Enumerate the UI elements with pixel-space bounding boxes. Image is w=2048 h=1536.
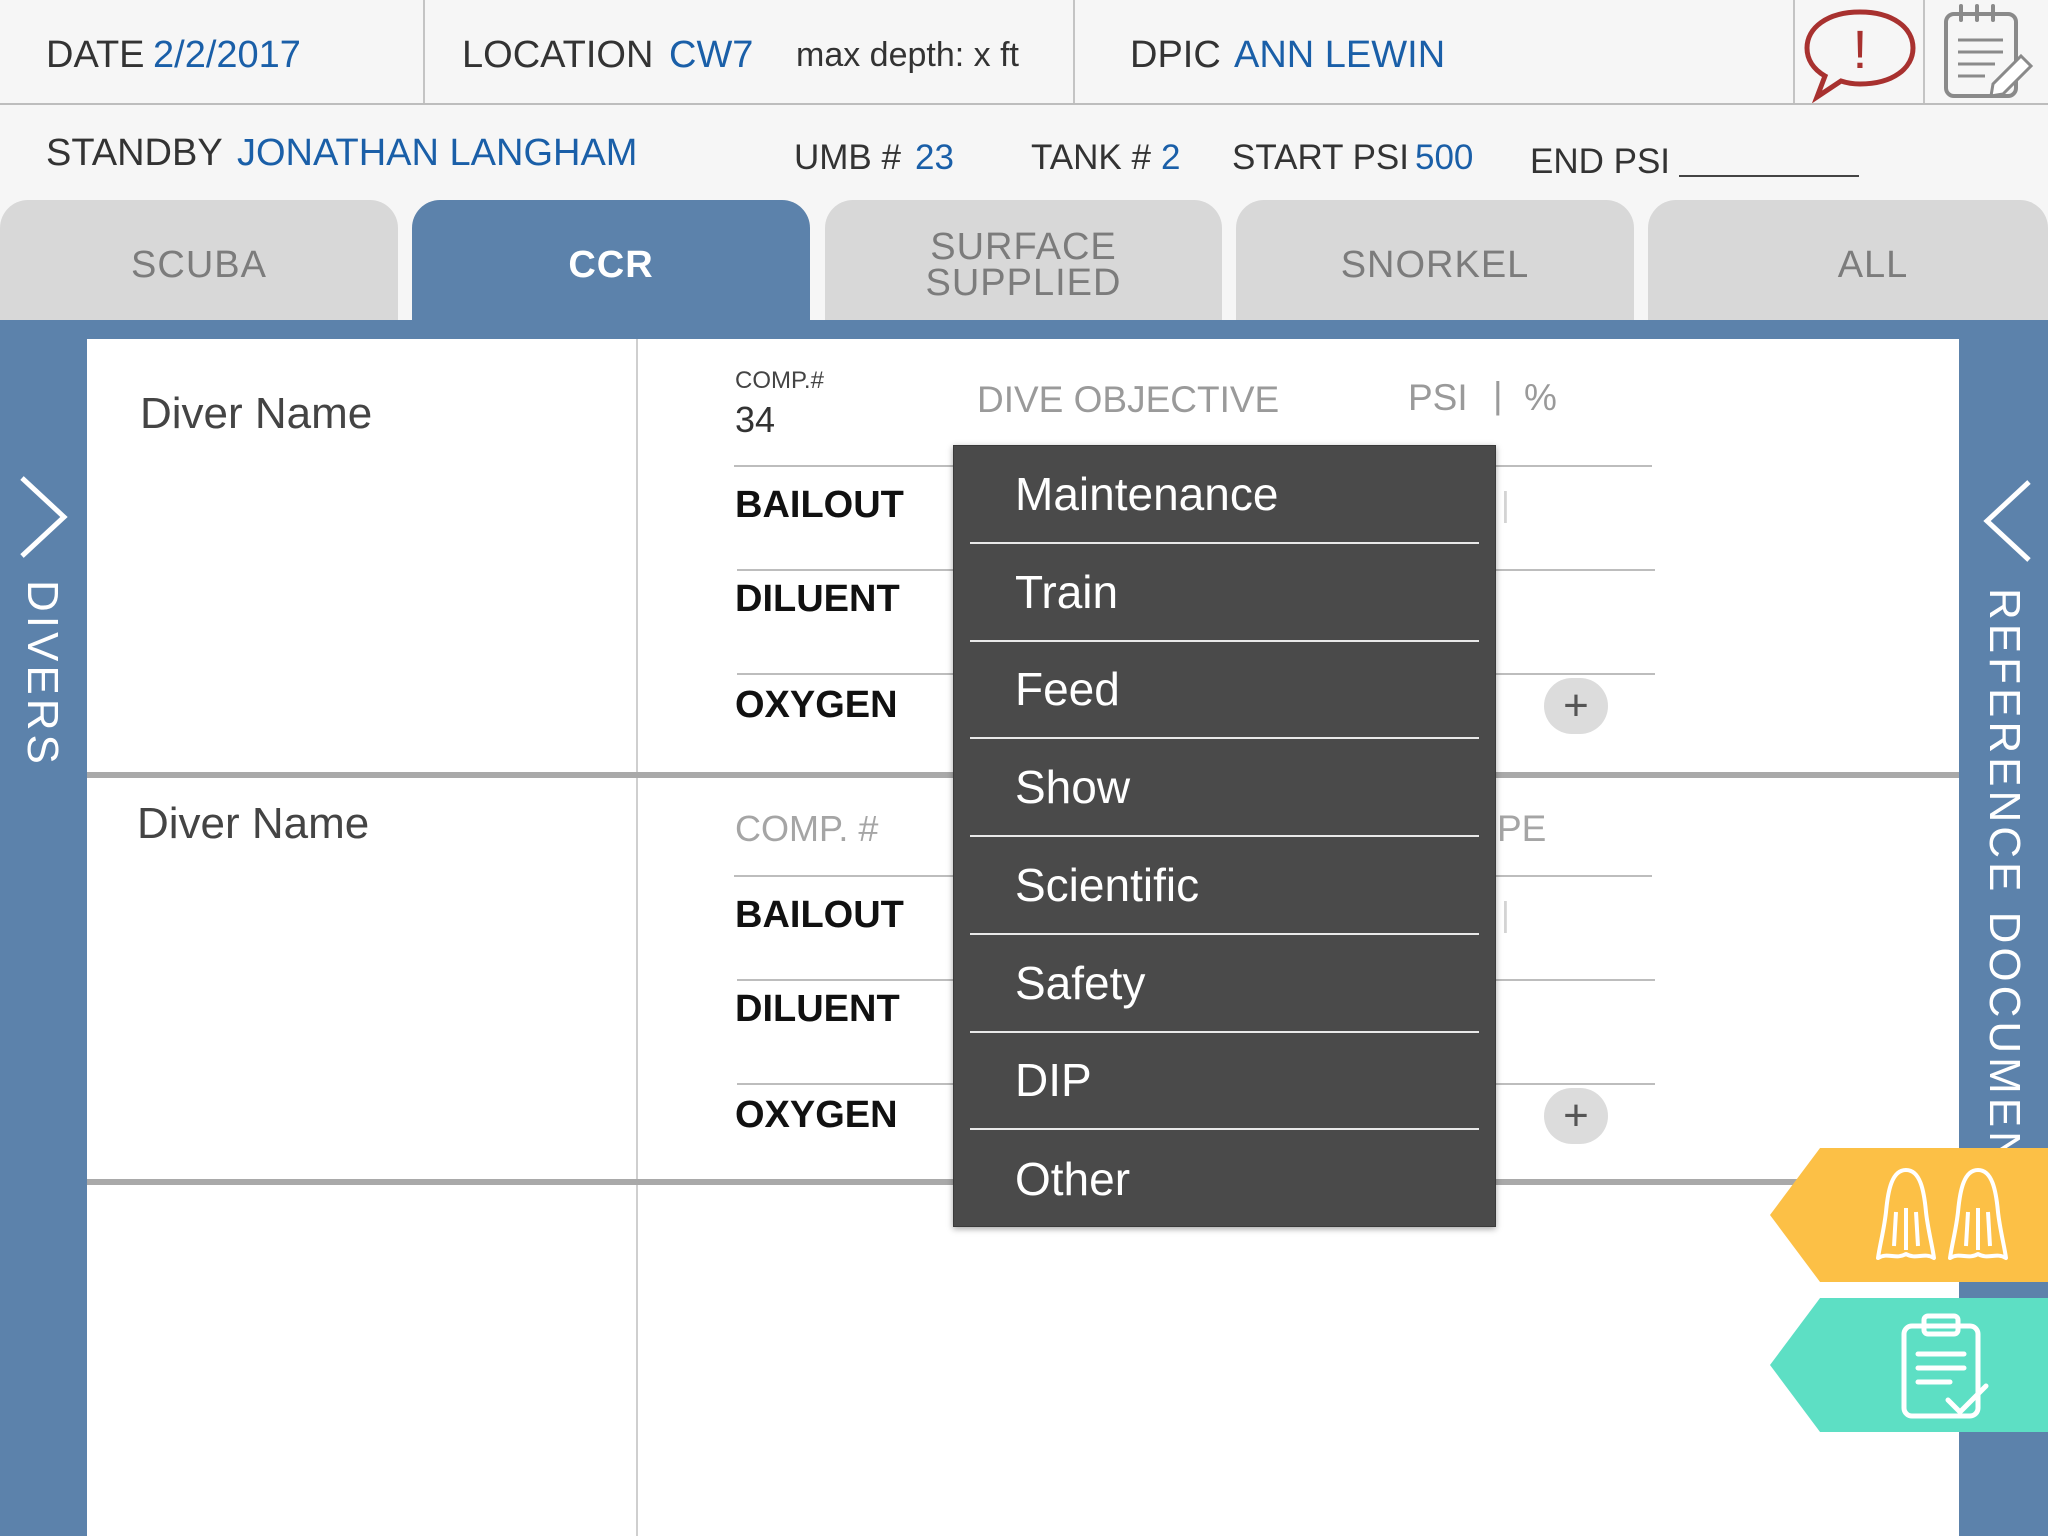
- comp-field[interactable]: COMP. #: [735, 808, 878, 850]
- tab-snorkel[interactable]: SNORKEL: [1236, 200, 1634, 320]
- column-divider: [636, 339, 638, 1536]
- pct-label: %: [1524, 377, 1557, 418]
- end-psi-label: END PSI: [1530, 142, 1671, 181]
- tab-ccr[interactable]: CCR: [412, 200, 810, 320]
- divers-drawer-label: DIVERS: [18, 580, 67, 768]
- comp-label: COMP.#: [735, 367, 824, 394]
- dpic-value[interactable]: ANN LEWIN: [1234, 34, 1445, 77]
- bailout-pct-separator: |: [1501, 486, 1510, 524]
- diver-name-field[interactable]: Diver Name: [137, 799, 369, 849]
- tab-all[interactable]: ALL: [1648, 200, 2048, 320]
- oxygen-label: OXYGEN: [735, 684, 898, 726]
- chevron-left-icon: [1983, 480, 2031, 562]
- start-psi-label: START PSI: [1232, 138, 1409, 177]
- menu-item-safety[interactable]: Safety: [970, 935, 1479, 1033]
- umb-value[interactable]: 23: [915, 138, 954, 178]
- divers-drawer-handle[interactable]: DIVERS: [0, 320, 87, 1536]
- svg-text:!: !: [1852, 20, 1867, 80]
- alert-button[interactable]: !: [1795, 0, 1925, 103]
- diluent-label: DILUENT: [735, 578, 900, 620]
- dive-objective-field[interactable]: DIVE OBJECTIVE: [977, 379, 1279, 421]
- psi-pct-separator: |: [1493, 375, 1503, 416]
- bailout-label: BAILOUT: [735, 894, 904, 936]
- notepad-pencil-icon: [1944, 4, 2034, 98]
- chevron-right-icon: [20, 476, 68, 558]
- checklist-flag-button[interactable]: [1770, 1298, 2048, 1432]
- diluent-label: DILUENT: [735, 988, 900, 1030]
- location-cell[interactable]: LOCATION CW7 max depth: x ft: [425, 0, 1075, 103]
- date-label: DATE: [46, 34, 145, 76]
- umb-label: UMB #: [794, 138, 901, 177]
- dive-objective-dropdown: Maintenance Train Feed Show Scientific S…: [953, 445, 1496, 1227]
- date-cell[interactable]: DATE 2/2/2017: [0, 0, 425, 103]
- header-bar: DATE 2/2/2017 LOCATION CW7 max depth: x …: [0, 0, 2048, 105]
- tab-scuba[interactable]: SCUBA: [0, 200, 398, 320]
- standby-value[interactable]: JONATHAN LANGHAM: [237, 132, 637, 175]
- tank-label: TANK #: [1031, 138, 1151, 177]
- add-gas-button[interactable]: +: [1544, 678, 1608, 734]
- bailout-label: BAILOUT: [735, 484, 904, 526]
- date-value[interactable]: 2/2/2017: [153, 34, 301, 77]
- fins-icon: [1876, 1168, 2008, 1260]
- notes-button[interactable]: [1925, 0, 2048, 103]
- menu-item-feed[interactable]: Feed: [970, 642, 1479, 740]
- speech-bubble-exclamation-icon: !: [1804, 9, 1916, 103]
- fins-flag-button[interactable]: [1770, 1148, 2048, 1282]
- mode-tabs: SCUBA CCR SURFACE SUPPLIED SNORKEL ALL: [0, 200, 2048, 320]
- psi-label: PSI: [1408, 377, 1468, 418]
- menu-item-scientific[interactable]: Scientific: [970, 837, 1479, 935]
- comp-value[interactable]: 34: [735, 399, 775, 441]
- dpic-cell[interactable]: DPIC ANN LEWIN: [1075, 0, 1795, 103]
- menu-item-show[interactable]: Show: [970, 739, 1479, 837]
- tank-value[interactable]: 2: [1161, 138, 1180, 178]
- diver-name-field[interactable]: Diver Name: [140, 389, 372, 439]
- max-depth-text: max depth: x ft: [796, 36, 1019, 74]
- menu-item-other[interactable]: Other: [970, 1130, 1479, 1228]
- dpic-label: DPIC: [1130, 34, 1221, 76]
- start-psi-value[interactable]: 500: [1415, 138, 1473, 178]
- menu-item-dip[interactable]: DIP: [970, 1033, 1479, 1131]
- reference-documents-label: REFERENCE DOCUMENTS: [1980, 588, 2029, 1232]
- standby-label: STANDBY: [46, 132, 223, 174]
- type-field[interactable]: PE: [1497, 808, 1546, 850]
- add-gas-button[interactable]: +: [1544, 1088, 1608, 1144]
- location-label: LOCATION: [462, 34, 654, 76]
- end-psi-field[interactable]: [1679, 175, 1859, 177]
- bailout-pct-separator: |: [1501, 896, 1510, 934]
- menu-item-maintenance[interactable]: Maintenance: [970, 446, 1479, 544]
- oxygen-label: OXYGEN: [735, 1094, 898, 1136]
- tab-surface-supplied[interactable]: SURFACE SUPPLIED: [825, 200, 1222, 320]
- dive-info-bar: STANDBY JONATHAN LANGHAM UMB # 23 TANK #…: [0, 105, 2048, 200]
- clipboard-check-icon: [1901, 1313, 1989, 1419]
- location-value[interactable]: CW7: [669, 34, 753, 77]
- menu-item-train[interactable]: Train: [970, 544, 1479, 642]
